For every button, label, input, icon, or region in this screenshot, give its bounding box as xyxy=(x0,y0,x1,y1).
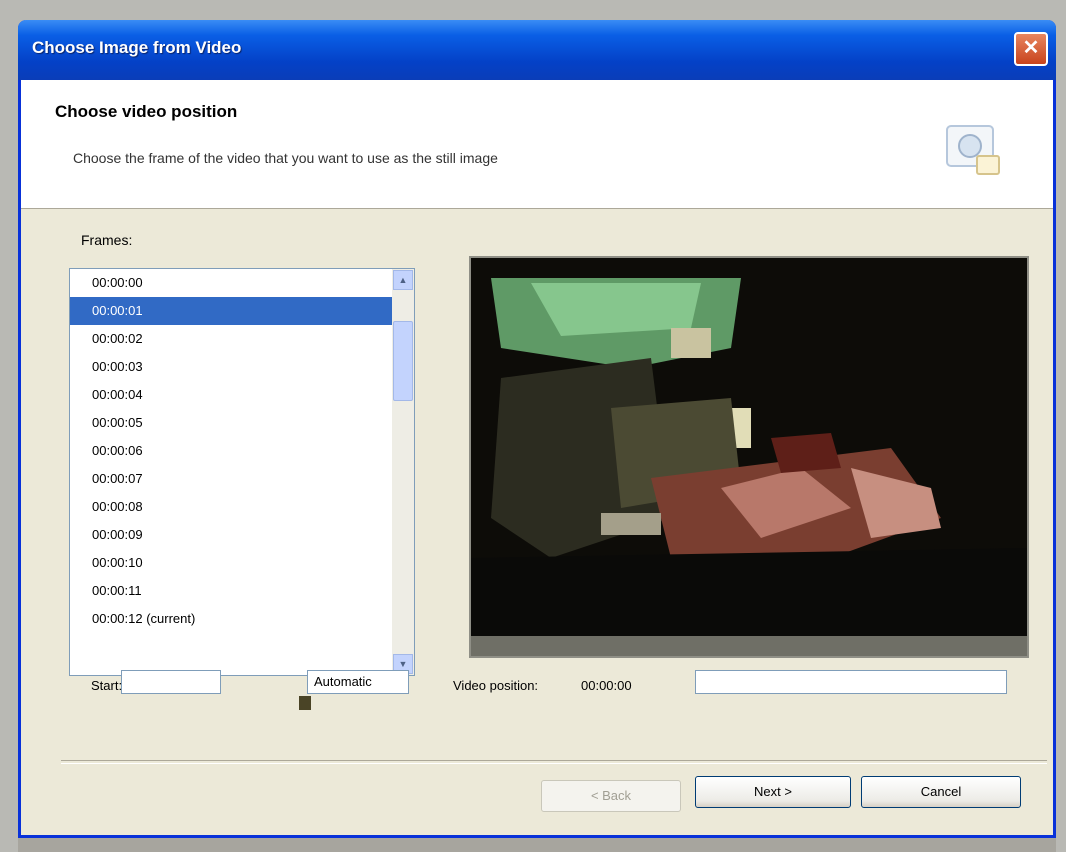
window-title: Choose Image from Video xyxy=(32,38,242,57)
title-bar[interactable]: Choose Image from Video ✕ xyxy=(18,20,1056,80)
position-field[interactable] xyxy=(695,670,1007,694)
scroll-up-arrow-icon[interactable]: ▲ xyxy=(393,270,413,290)
video-position-label: Video position: xyxy=(453,678,539,693)
list-item[interactable]: 00:00:01 xyxy=(70,297,392,325)
close-icon[interactable]: ✕ xyxy=(1014,32,1048,66)
color-swatch xyxy=(299,696,311,710)
list-item[interactable]: 00:00:09 xyxy=(70,521,392,549)
list-item[interactable]: 00:00:10 xyxy=(70,549,392,577)
video-frame-image xyxy=(471,258,1027,656)
scroll-thumb[interactable] xyxy=(393,321,413,401)
dialog-separator xyxy=(61,760,1047,764)
start-label: Start: xyxy=(91,678,123,693)
video-position-value: 00:00:00 xyxy=(581,678,632,693)
list-item[interactable]: 00:00:04 xyxy=(70,381,392,409)
page-subtitle: Choose the frame of the video that you w… xyxy=(73,150,498,166)
list-item[interactable]: 00:00:03 xyxy=(70,353,392,381)
list-item[interactable]: 00:00:07 xyxy=(70,465,392,493)
list-item[interactable]: 00:00:00 xyxy=(70,269,392,297)
list-item[interactable]: 00:00:12 (current) xyxy=(70,605,392,633)
list-item[interactable]: 00:00:08 xyxy=(70,493,392,521)
color-field[interactable]: Automatic xyxy=(307,670,409,694)
list-item[interactable]: 00:00:05 xyxy=(70,409,392,437)
camera-wizard-icon xyxy=(946,125,1000,175)
start-field[interactable] xyxy=(121,670,221,694)
frames-label: Frames: xyxy=(81,232,133,248)
list-item[interactable]: 00:00:02 xyxy=(70,325,392,353)
desktop-taskbar-edge xyxy=(18,838,1056,852)
frame-list: 00:00:00 00:00:01 00:00:02 00:00:03 00:00:04… xyxy=(70,269,392,633)
listbox-scrollbar[interactable]: ▲ ▼ xyxy=(392,269,414,675)
list-item[interactable]: 00:00:11 xyxy=(70,577,392,605)
dialog-window: Choose Image from Video ✕ Choose video p… xyxy=(18,20,1056,838)
cancel-button[interactable]: Cancel xyxy=(861,776,1021,808)
list-item[interactable]: 00:00:06 xyxy=(70,437,392,465)
page-title: Choose video position xyxy=(55,102,238,121)
back-button[interactable]: < Back xyxy=(541,780,681,812)
wizard-header: Choose video position Choose the frame o… xyxy=(21,80,1053,209)
frame-listbox[interactable]: 00:00:00 00:00:01 00:00:02 00:00:03 00:00:04… xyxy=(69,268,415,676)
next-button[interactable]: Next > xyxy=(695,776,851,808)
video-preview xyxy=(469,256,1029,658)
